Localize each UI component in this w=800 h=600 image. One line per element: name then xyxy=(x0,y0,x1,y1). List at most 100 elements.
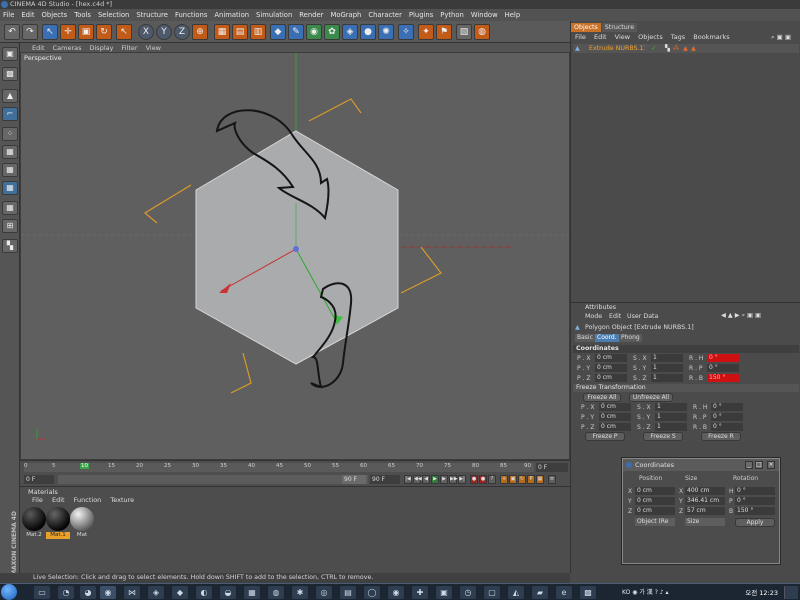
menu-help[interactable]: Help xyxy=(505,11,521,19)
menu-structure[interactable]: Structure xyxy=(136,11,168,19)
rot-h-field[interactable]: 0 ° xyxy=(707,354,739,362)
undo-icon[interactable]: ↶ xyxy=(4,24,20,40)
materials-menu-file[interactable]: File xyxy=(32,496,43,504)
app-task-icon[interactable]: ◈ xyxy=(148,586,164,599)
play-button[interactable]: ▶ xyxy=(431,475,439,484)
freeze-rot-b-field[interactable]: 0 ° xyxy=(711,423,743,431)
app-task-icon[interactable]: ▩ xyxy=(580,586,596,599)
z-axis-icon[interactable]: Z xyxy=(174,24,190,40)
freeze-r-button[interactable]: Freeze R xyxy=(701,432,741,441)
objects-menu-objects[interactable]: Objects xyxy=(638,33,663,41)
coord-size-z-field[interactable]: 57 cm xyxy=(685,507,725,515)
tag-icon[interactable]: ⚑ xyxy=(436,24,452,40)
unfreeze-all-button[interactable]: Unfreeze All xyxy=(629,393,673,402)
menu-selection[interactable]: Selection xyxy=(98,11,129,19)
prev-frame-button[interactable]: ◀ xyxy=(422,475,430,484)
range-slider[interactable] xyxy=(58,475,368,484)
freeze-all-button[interactable]: Freeze All xyxy=(583,393,621,402)
pos-z-field[interactable]: 0 cm xyxy=(595,374,627,382)
checker-icon[interactable]: ▚ xyxy=(2,239,18,253)
objects-menu-bookmarks[interactable]: Bookmarks xyxy=(693,33,729,41)
ie-task-icon[interactable]: e xyxy=(556,586,572,599)
maximize-icon[interactable]: □ xyxy=(755,461,763,469)
freeze-pos-y-field[interactable]: 0 cm xyxy=(599,413,631,421)
move-icon[interactable]: ✛ xyxy=(60,24,76,40)
system-tray[interactable]: KO ◉ 가 漢 ? ♪ ▴ xyxy=(622,587,669,596)
materials-menu-edit[interactable]: Edit xyxy=(52,496,65,504)
goto-end-button[interactable]: ▶| xyxy=(458,475,466,484)
clock[interactable]: 오전 12:23 xyxy=(745,587,778,597)
app-task-icon[interactable]: ▰ xyxy=(532,586,548,599)
app-task-icon[interactable]: ◯ xyxy=(364,586,380,599)
key-parameter-button[interactable]: P xyxy=(527,475,535,484)
deformer-icon[interactable]: ◈ xyxy=(342,24,358,40)
menu-objects[interactable]: Objects xyxy=(42,11,68,19)
key-rotation-button[interactable]: ↻ xyxy=(518,475,526,484)
enabled-check-icon[interactable]: ✓ xyxy=(651,44,656,53)
objects-search-icon[interactable]: ⌕ ▣ ▣ xyxy=(771,33,791,42)
key-scale-button[interactable]: ▣ xyxy=(509,475,517,484)
freeze-scale-y-field[interactable]: 1 xyxy=(655,413,687,421)
app-task-icon[interactable]: ◭ xyxy=(508,586,524,599)
selection-tag-icon[interactable]: ▲ xyxy=(683,44,688,53)
menu-edit[interactable]: Edit xyxy=(21,11,34,19)
menu-animation[interactable]: Animation xyxy=(214,11,249,19)
materials-menu-function[interactable]: Function xyxy=(74,496,102,504)
range-end-field[interactable]: 90 F xyxy=(342,475,366,484)
attributes-menu-mode[interactable]: Mode xyxy=(585,313,602,320)
freeze-transformation-header[interactable]: Freeze Transformation xyxy=(573,384,799,392)
render-picture-viewer-icon[interactable]: ▤ xyxy=(232,24,248,40)
app-task-icon[interactable]: ⋈ xyxy=(124,586,140,599)
perspective-viewport[interactable]: Perspective xyxy=(20,52,570,460)
freeze-s-button[interactable]: Freeze S xyxy=(643,432,683,441)
rot-b-field[interactable]: 150 ° xyxy=(707,374,739,382)
viewport-menu-display[interactable]: Display xyxy=(90,44,114,52)
make-editable-icon[interactable]: ▣ xyxy=(2,47,18,61)
start-frame-field[interactable]: 0 F xyxy=(24,475,54,484)
coord-pos-z-field[interactable]: 0 cm xyxy=(635,507,675,515)
next-frame-button[interactable]: ▶ xyxy=(440,475,448,484)
app-task-icon[interactable]: ✚ xyxy=(412,586,428,599)
workplane-icon[interactable]: ⌐ xyxy=(2,107,18,121)
tab-basic[interactable]: Basic xyxy=(575,334,595,342)
uvw-icon[interactable]: ▦ xyxy=(2,181,18,195)
selection-tag-icon[interactable]: ▲ xyxy=(691,44,696,53)
nurbs-icon[interactable]: ◉ xyxy=(306,24,322,40)
app-task-icon[interactable]: ◉ xyxy=(388,586,404,599)
timeline-options-button[interactable]: ≡ xyxy=(548,475,556,484)
app-task-icon[interactable]: ◒ xyxy=(220,586,236,599)
rotate-icon[interactable]: ↻ xyxy=(96,24,112,40)
visibility-dots-icon[interactable]: ⁚ xyxy=(643,44,645,53)
polygons-mode-icon[interactable]: ▦ xyxy=(2,163,18,177)
materials-menu-texture[interactable]: Texture xyxy=(110,496,134,504)
last-tool-icon[interactable]: ↖ xyxy=(116,24,132,40)
show-desktop-button[interactable] xyxy=(784,586,798,599)
next-key-button[interactable]: ▶▶ xyxy=(449,475,458,484)
light-icon[interactable]: ✦ xyxy=(418,24,434,40)
app-task-icon[interactable]: ▢ xyxy=(484,586,500,599)
coord-rot-h-field[interactable]: 0 ° xyxy=(735,487,775,495)
key-pla-button[interactable]: ▦ xyxy=(536,475,544,484)
attributes-menu-user-data[interactable]: User Data xyxy=(627,313,658,320)
app-task-icon[interactable]: ◆ xyxy=(172,586,188,599)
scale-x-field[interactable]: 1 xyxy=(651,354,683,362)
start-button-icon[interactable] xyxy=(1,584,17,600)
edges-mode-icon[interactable]: ▦ xyxy=(2,145,18,159)
objects-menu-view[interactable]: View xyxy=(615,33,630,41)
scene-icon[interactable]: ● xyxy=(360,24,376,40)
end-frame-field[interactable]: 90 F xyxy=(370,475,400,484)
autokey-button[interactable]: ● xyxy=(479,475,487,484)
menu-tools[interactable]: Tools xyxy=(74,11,91,19)
minimize-icon[interactable]: _ xyxy=(745,461,753,469)
coord-size-y-field[interactable]: 346.41 cm xyxy=(685,497,725,505)
cinema4d-task-icon[interactable]: ◉ xyxy=(100,586,116,599)
viewport-menu-view[interactable]: View xyxy=(146,44,161,52)
render-view-icon[interactable]: ▦ xyxy=(214,24,230,40)
freeze-scale-x-field[interactable]: 1 xyxy=(655,403,687,411)
viewport-menu-filter[interactable]: Filter xyxy=(121,44,137,52)
camera-icon[interactable]: ✧ xyxy=(398,24,414,40)
freeze-rot-p-field[interactable]: 0 ° xyxy=(711,413,743,421)
app-task-icon[interactable]: ◎ xyxy=(316,586,332,599)
object-name[interactable]: Extrude NURBS.1 xyxy=(589,44,644,53)
objects-menu-tags[interactable]: Tags xyxy=(671,33,685,41)
